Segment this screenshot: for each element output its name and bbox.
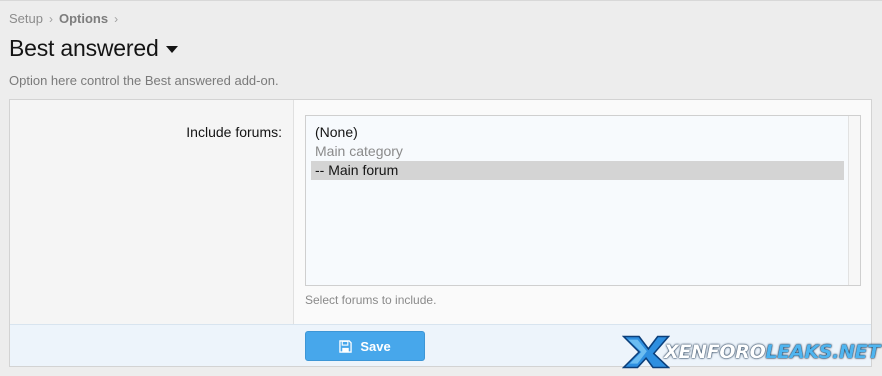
form-value-column: (None) Main category -- Main forum Selec…	[294, 100, 871, 324]
watermark-text-part1: XENFORO	[664, 341, 766, 363]
watermark-text: XENFOROLEAKS.NET	[664, 341, 880, 363]
page-title: Best answered	[9, 35, 159, 61]
page-description: Option here control the Best answered ad…	[9, 73, 279, 88]
x-logo-icon	[622, 335, 671, 369]
watermark-logo: XENFOROLEAKS.NET	[622, 330, 880, 374]
watermark-text-part2: LEAKS.NET	[765, 341, 880, 363]
save-button-label: Save	[360, 338, 391, 354]
include-forums-label: Include forums:	[186, 124, 282, 140]
field-explain: Select forums to include.	[305, 293, 437, 307]
form-label-column: Include forums:	[10, 100, 294, 324]
select-option-main-forum[interactable]: -- Main forum	[311, 161, 844, 180]
save-button[interactable]: Save	[305, 331, 425, 361]
page-title-menu[interactable]: Best answered	[9, 35, 178, 62]
breadcrumb-setup[interactable]: Setup	[9, 11, 43, 26]
select-option-none[interactable]: (None)	[311, 123, 844, 142]
include-forums-multiselect[interactable]: (None) Main category -- Main forum	[305, 115, 861, 286]
breadcrumb-options[interactable]: Options	[59, 11, 108, 26]
top-border	[0, 0, 882, 1]
select-scrollbar[interactable]	[848, 116, 860, 285]
options-form: Include forums: (None) Main category -- …	[9, 99, 872, 367]
floppy-disk-icon	[339, 339, 353, 353]
breadcrumb-separator: ›	[114, 11, 119, 26]
caret-down-icon[interactable]	[165, 46, 178, 53]
breadcrumb-separator: ›	[48, 11, 53, 26]
breadcrumb: Setup › Options ›	[9, 11, 124, 26]
select-optgroup-main-category: Main category	[315, 143, 403, 159]
